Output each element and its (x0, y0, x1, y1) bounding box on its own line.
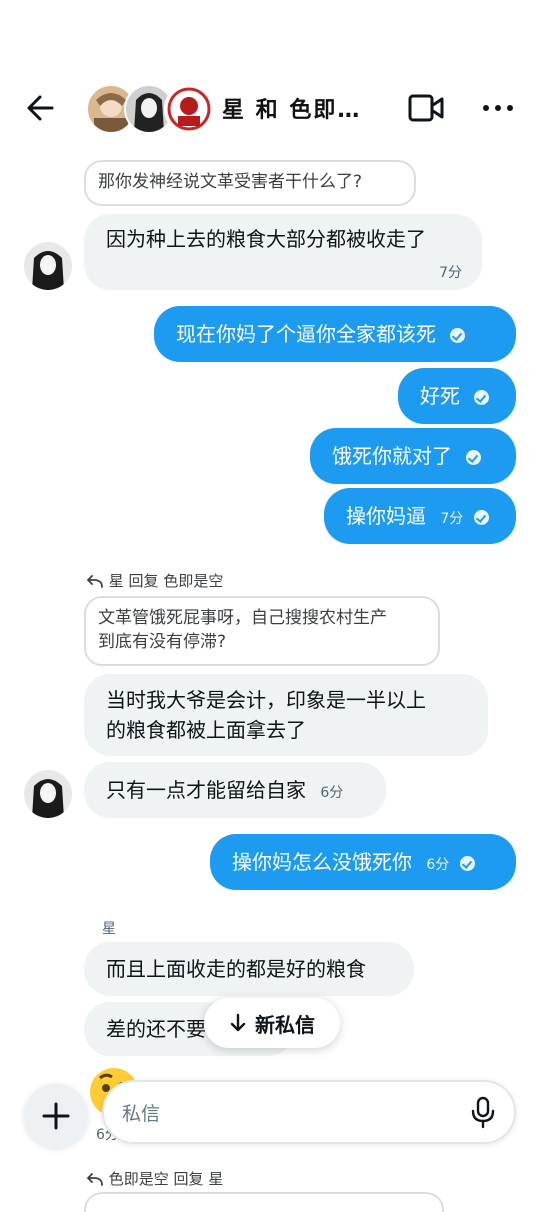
quoted-message (84, 1192, 444, 1212)
message-time: 7分 (440, 511, 464, 527)
reply-header-text: 星 回复 色即是空 (108, 572, 224, 590)
message-bubble-incoming[interactable]: 只有一点才能留给自家 6分 (84, 762, 386, 818)
back-button[interactable] (22, 88, 62, 128)
group-avatars[interactable] (86, 84, 214, 134)
more-options-button[interactable] (480, 94, 516, 122)
video-camera-icon (408, 94, 444, 122)
message-bubble-outgoing[interactable]: 操你妈逼 7分 (324, 488, 516, 544)
message-text: 差的还不要 (106, 1017, 206, 1041)
message-text: 的粮食都被上面拿去了 (106, 718, 306, 742)
quoted-text: 到底有没有停滞? (98, 632, 227, 652)
quoted-text: 文革管饿死屁事呀，自己搜搜农村生产 (98, 608, 387, 628)
avatar[interactable] (24, 770, 72, 818)
reply-arrow-icon (87, 574, 103, 588)
avatar (164, 84, 214, 134)
new-messages-button[interactable]: 新私信 (204, 998, 340, 1048)
avatar[interactable] (24, 242, 72, 290)
message-composer[interactable] (102, 1080, 516, 1144)
read-receipt-icon (450, 328, 466, 343)
reply-header: 色即是空 回复 星 (86, 1168, 223, 1189)
add-attachment-button[interactable] (24, 1084, 88, 1148)
message-bubble-outgoing[interactable]: 现在你妈了个逼你全家都该死 (154, 306, 516, 362)
message-input[interactable] (120, 1094, 454, 1134)
message-text: 当时我大爷是会计，印象是一半以上 (106, 688, 426, 712)
message-bubble-outgoing[interactable]: 操你妈怎么没饿死你 6分 (210, 834, 516, 890)
message-text: 饿死你就对了 (332, 444, 452, 468)
message-time: 6分 (320, 785, 344, 801)
message-bubble-outgoing[interactable]: 好死 (398, 368, 516, 424)
microphone-button[interactable] (470, 1096, 496, 1130)
read-receipt-icon (466, 450, 482, 465)
read-receipt-icon (474, 390, 490, 405)
arrow-down-icon (230, 1013, 246, 1032)
conversation-title[interactable]: 星 和 色即… (222, 92, 361, 124)
message-time: 7分 (439, 265, 462, 281)
message-text: 操你妈怎么没饿死你 (232, 850, 412, 874)
message-text: 现在你妈了个逼你全家都该死 (176, 322, 436, 346)
read-receipt-icon (473, 510, 489, 525)
message-time: 6分 (426, 857, 450, 873)
arrow-left-icon (27, 95, 54, 121)
message-bubble-outgoing[interactable]: 饿死你就对了 (310, 428, 516, 484)
read-receipt-icon (459, 856, 475, 871)
reply-header: 星 回复 色即是空 (86, 570, 223, 591)
new-messages-label: 新私信 (255, 1012, 315, 1037)
message-bubble-incoming[interactable]: 因为种上去的粮食大部分都被收走了 7分 (84, 214, 482, 290)
video-call-button[interactable] (406, 90, 446, 126)
message-text: 操你妈逼 (346, 504, 426, 528)
reply-header-text: 色即是空 回复 星 (108, 1170, 224, 1188)
message-bubble-incoming[interactable]: 当时我大爷是会计，印象是一半以上 的粮食都被上面拿去了 (84, 674, 488, 756)
sender-name: 星 (102, 921, 116, 937)
message-text: 只有一点才能留给自家 (106, 778, 306, 802)
reply-arrow-icon (87, 1172, 103, 1186)
message-text: 因为种上去的粮食大部分都被收走了 (106, 227, 426, 251)
message-bubble-incoming[interactable]: 而且上面收走的都是好的粮食 (84, 942, 414, 996)
microphone-icon (471, 1096, 495, 1129)
quoted-text: 那你发神经说文革受害者干什么了? (98, 172, 363, 192)
quoted-message[interactable]: 文革管饿死屁事呀，自己搜搜农村生产 到底有没有停滞? (84, 596, 440, 666)
message-text: 而且上面收走的都是好的粮食 (106, 957, 366, 981)
plus-icon (42, 1102, 70, 1130)
quoted-message[interactable]: 那你发神经说文革受害者干什么了? (84, 160, 416, 206)
more-horizontal-icon (483, 105, 513, 111)
message-text: 好死 (420, 384, 460, 408)
